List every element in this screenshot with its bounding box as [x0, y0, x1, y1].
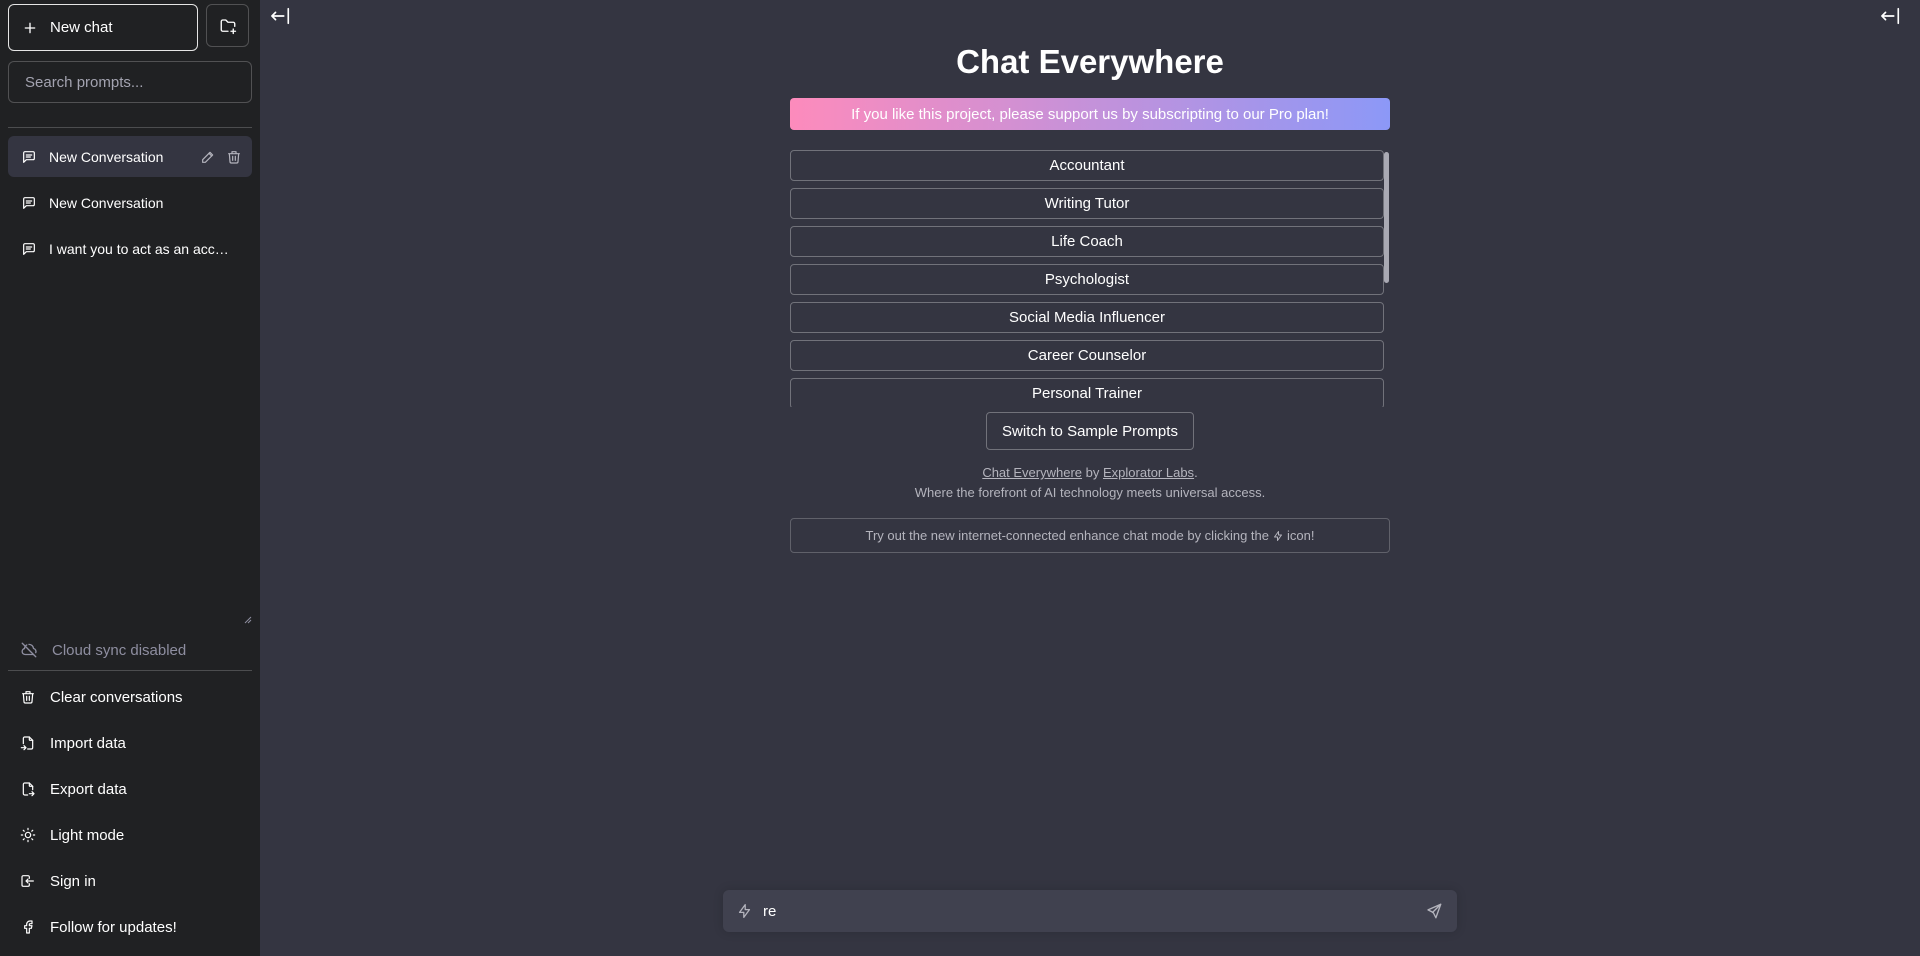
- chat-input-bar: [723, 890, 1457, 932]
- file-export-icon: [20, 781, 36, 797]
- credits-by: by: [1082, 465, 1103, 480]
- sidebar: New chat New Conversation: [0, 0, 260, 956]
- sign-in-label: Sign in: [50, 872, 96, 890]
- sidebar-divider: [8, 670, 252, 671]
- search-wrapper: [0, 51, 260, 103]
- page-title: Chat Everywhere: [956, 43, 1224, 80]
- credits-period: .: [1194, 465, 1198, 480]
- import-data-label: Import data: [50, 734, 126, 752]
- file-import-icon: [20, 735, 36, 751]
- enhance-mode-tip: Try out the new internet-connected enhan…: [790, 518, 1390, 553]
- plus-icon: [22, 20, 38, 36]
- tip-text-after: icon!: [1287, 528, 1315, 543]
- sign-in-button[interactable]: Sign in: [8, 858, 252, 904]
- prompt-item[interactable]: Psychologist: [790, 264, 1384, 295]
- pro-plan-banner[interactable]: If you like this project, please support…: [790, 98, 1390, 130]
- facebook-icon: [20, 919, 36, 935]
- prompt-item[interactable]: Career Counselor: [790, 340, 1384, 371]
- export-data-button[interactable]: Export data: [8, 766, 252, 812]
- import-data-button[interactable]: Import data: [8, 720, 252, 766]
- conversation-list: New Conversation New Conversation I want…: [0, 128, 260, 630]
- prompt-item[interactable]: Personal Trainer: [790, 378, 1384, 407]
- switch-sample-prompts-button[interactable]: Switch to Sample Prompts: [986, 412, 1194, 450]
- conversation-title: I want you to act as an accou...: [49, 240, 235, 257]
- cloud-off-icon: [20, 641, 38, 659]
- prompt-item[interactable]: Life Coach: [790, 226, 1384, 257]
- arrow-bar-left-icon[interactable]: [1880, 6, 1902, 26]
- prompt-item[interactable]: Social Media Influencer: [790, 302, 1384, 333]
- arrow-bar-left-icon[interactable]: [270, 6, 292, 26]
- message-icon: [21, 195, 37, 211]
- pencil-icon[interactable]: [200, 149, 216, 165]
- prompt-item[interactable]: Accountant: [790, 150, 1384, 181]
- login-icon: [20, 873, 36, 889]
- search-prompts-input[interactable]: [8, 61, 252, 103]
- bolt-icon: [1272, 529, 1284, 543]
- credits-line: Chat Everywhere by Explorator Labs.: [790, 463, 1390, 483]
- conversation-item[interactable]: I want you to act as an accou...: [8, 228, 252, 269]
- prompt-item[interactable]: Writing Tutor: [790, 188, 1384, 219]
- chat-message-input[interactable]: [753, 891, 1425, 931]
- resize-handle-icon[interactable]: [244, 616, 252, 624]
- cloud-sync-label: Cloud sync disabled: [52, 641, 187, 659]
- conversation-title: New Conversation: [49, 194, 164, 211]
- sun-icon: [20, 827, 36, 843]
- folder-plus-icon: [219, 17, 237, 35]
- new-chat-button[interactable]: New chat: [8, 4, 198, 51]
- conversation-actions: [200, 149, 252, 165]
- bolt-icon[interactable]: [736, 902, 753, 920]
- export-data-label: Export data: [50, 780, 127, 798]
- trash-icon: [20, 689, 36, 705]
- new-chat-label: New chat: [50, 19, 113, 36]
- sidebar-top-row: New chat: [0, 0, 260, 51]
- cloud-sync-status: Cloud sync disabled: [8, 630, 252, 670]
- sidebar-bottom: Cloud sync disabled Clear conversations …: [0, 630, 260, 956]
- conversation-item[interactable]: New Conversation: [8, 182, 252, 223]
- conversation-item[interactable]: New Conversation: [8, 136, 252, 177]
- prompt-list: Accountant Writing Tutor Life Coach Psyc…: [790, 150, 1390, 407]
- explorator-labs-link[interactable]: Explorator Labs: [1103, 465, 1194, 480]
- chat-everywhere-link[interactable]: Chat Everywhere: [982, 465, 1082, 480]
- follow-updates-label: Follow for updates!: [50, 918, 177, 936]
- prompt-list-scrollbar[interactable]: [1384, 152, 1389, 283]
- message-icon: [21, 149, 37, 165]
- light-mode-label: Light mode: [50, 826, 125, 844]
- light-mode-button[interactable]: Light mode: [8, 812, 252, 858]
- message-icon: [21, 241, 37, 257]
- send-icon[interactable]: [1425, 902, 1443, 920]
- trash-icon[interactable]: [226, 149, 242, 165]
- credits: Chat Everywhere by Explorator Labs. Wher…: [790, 463, 1390, 503]
- new-folder-button[interactable]: [206, 4, 249, 47]
- conversation-title: New Conversation: [49, 148, 164, 165]
- clear-conversations-label: Clear conversations: [50, 688, 183, 706]
- credits-tagline: Where the forefront of AI technology mee…: [914, 485, 1266, 500]
- clear-conversations-button[interactable]: Clear conversations: [8, 674, 252, 720]
- tip-text-before: Try out the new internet-connected enhan…: [865, 528, 1269, 543]
- follow-updates-button[interactable]: Follow for updates!: [8, 904, 252, 950]
